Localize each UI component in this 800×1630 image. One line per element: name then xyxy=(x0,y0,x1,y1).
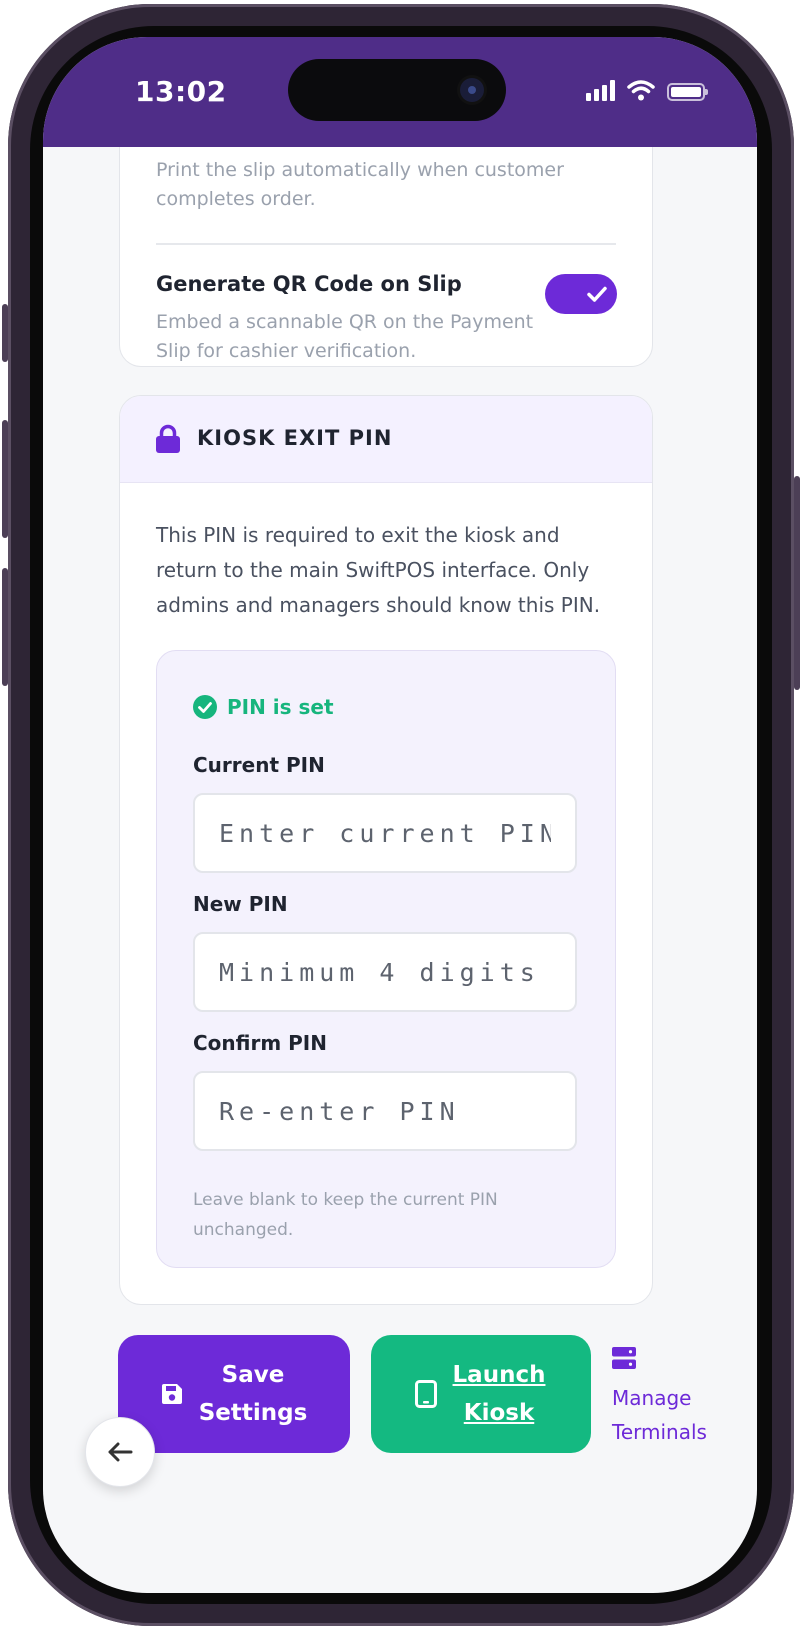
pin-form: PIN is set Current PIN New PIN Confirm P… xyxy=(156,650,616,1268)
confirm-pin-input[interactable] xyxy=(193,1071,577,1151)
save-settings-label: Save Settings xyxy=(198,1362,308,1426)
volume-up-button xyxy=(2,420,8,538)
toggle-knob xyxy=(581,278,613,310)
arrow-left-icon xyxy=(108,1442,133,1462)
qr-code-description: Embed a scannable QR on the Payment Slip… xyxy=(156,311,534,362)
pin-hint: Leave blank to keep the current PIN unch… xyxy=(193,1190,498,1240)
pin-status-text: PIN is set xyxy=(227,695,334,719)
camera-icon xyxy=(460,78,484,102)
launch-kiosk-label: Launch Kiosk xyxy=(452,1362,546,1426)
lock-icon xyxy=(156,424,180,453)
power-button xyxy=(794,476,800,690)
save-settings-button[interactable]: Save Settings xyxy=(118,1335,350,1453)
current-pin-input[interactable] xyxy=(193,793,577,873)
kiosk-pin-card: KIOSK EXIT PIN This PIN is required to e… xyxy=(119,395,653,1305)
new-pin-label: New PIN xyxy=(193,892,288,916)
dynamic-island xyxy=(288,59,506,121)
screen: 13:02 Print the slip automatically when … xyxy=(43,37,757,1593)
server-icon xyxy=(612,1347,636,1369)
new-pin-input[interactable] xyxy=(193,932,577,1012)
status-bar: 13:02 xyxy=(43,37,757,147)
volume-down-button xyxy=(2,568,8,686)
pin-status: PIN is set xyxy=(193,695,334,719)
launch-kiosk-button[interactable]: Launch Kiosk xyxy=(371,1335,591,1453)
checkmark-icon xyxy=(587,286,607,302)
current-pin-label: Current PIN xyxy=(193,753,325,777)
tablet-icon xyxy=(415,1380,437,1408)
battery-icon xyxy=(667,83,708,101)
status-icons xyxy=(586,79,708,101)
mute-switch xyxy=(2,304,8,362)
divider xyxy=(156,243,616,245)
confirm-pin-label: Confirm PIN xyxy=(193,1031,327,1055)
cellular-signal-icon xyxy=(586,79,615,101)
floppy-disk-icon xyxy=(162,1384,182,1404)
auto-print-description: Print the slip automatically when custom… xyxy=(156,159,564,210)
kiosk-pin-title: KIOSK EXIT PIN xyxy=(197,426,393,450)
back-button[interactable] xyxy=(85,1417,155,1487)
status-time: 13:02 xyxy=(135,75,227,108)
kiosk-pin-header: KIOSK EXIT PIN xyxy=(120,396,652,483)
manage-terminals-label: Manage Terminals xyxy=(612,1386,707,1444)
qr-code-title: Generate QR Code on Slip xyxy=(156,272,462,296)
manage-terminals-link[interactable]: Manage Terminals xyxy=(612,1347,732,1449)
kiosk-pin-info: This PIN is required to exit the kiosk a… xyxy=(156,523,601,617)
check-circle-icon xyxy=(193,695,217,719)
wifi-icon xyxy=(627,80,655,101)
